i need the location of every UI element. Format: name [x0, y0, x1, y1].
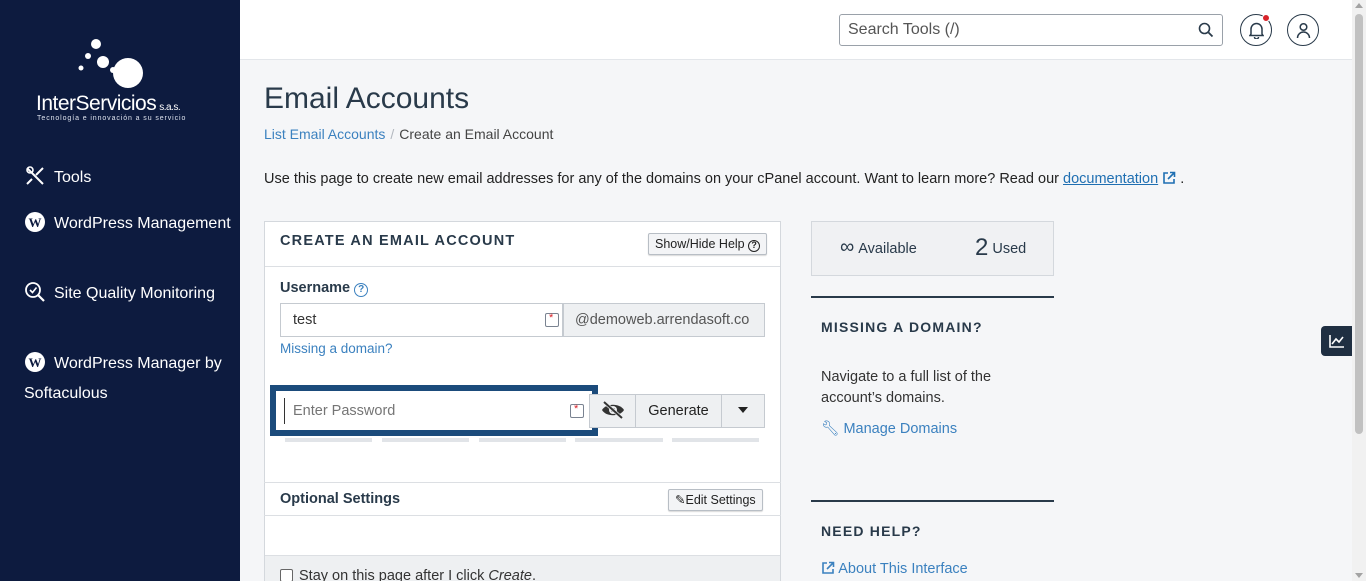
sidebar-item-wordpress-management[interactable]: W WordPress Management: [24, 209, 234, 239]
intro-text: Use this page to create new email addres…: [264, 171, 1185, 187]
wordpress-icon: W: [25, 352, 45, 372]
domain-suffix[interactable]: @demoweb.arrendasoft.co: [563, 303, 765, 337]
sidebar-item-label: Tools: [54, 169, 92, 186]
divider: [811, 296, 1054, 298]
stat-available: ∞ Available: [840, 236, 917, 258]
help-icon[interactable]: ?: [354, 283, 369, 297]
account-stats: ∞ Available 2 Used: [811, 221, 1054, 276]
password-input[interactable]: [284, 398, 584, 424]
caret-down-icon: [738, 407, 748, 413]
bell-icon: [1249, 22, 1264, 39]
panel-title: CREATE AN EMAIL ACCOUNT: [280, 233, 516, 249]
line-chart-icon: [1329, 335, 1344, 348]
scroll-up-arrow-icon[interactable]: [1355, 3, 1363, 8]
notifications-button[interactable]: [1240, 14, 1272, 46]
page-title: Email Accounts: [264, 82, 470, 115]
username-input[interactable]: test: [280, 303, 563, 337]
panel-header: CREATE AN EMAIL ACCOUNT Show/Hide Help ?: [265, 222, 780, 267]
breadcrumb-current: Create an Email Account: [399, 126, 554, 142]
need-help-title: NEED HELP?: [821, 523, 922, 539]
search-input[interactable]: [848, 15, 1188, 45]
stay-on-page-checkbox[interactable]: [280, 569, 293, 581]
missing-domain-text: Navigate to a full list of the account’s…: [821, 369, 992, 406]
search-icon[interactable]: [1198, 22, 1214, 38]
scrollbar-thumb[interactable]: [1355, 14, 1363, 434]
sidebar-item-label: WordPress Management: [54, 215, 231, 232]
show-hide-help-button[interactable]: Show/Hide Help ?: [648, 233, 768, 255]
pencil-icon: ✎: [675, 493, 686, 507]
about-interface-link[interactable]: About This Interface: [821, 561, 968, 577]
optional-settings-header: Optional Settings ✎Edit Settings: [264, 482, 781, 516]
edit-settings-button[interactable]: ✎Edit Settings: [668, 489, 763, 511]
divider: [811, 500, 1054, 502]
sidebar-item-site-quality-monitoring[interactable]: Site Quality Monitoring: [24, 279, 234, 309]
missing-domain-title: MISSING A DOMAIN?: [821, 319, 983, 335]
site-quality-icon: [25, 282, 45, 302]
breadcrumb-list-email-accounts[interactable]: List Email Accounts: [264, 126, 385, 142]
external-link-icon: [822, 561, 835, 574]
stats-toggle-button[interactable]: [1321, 326, 1352, 356]
question-circle-icon: ?: [748, 240, 761, 252]
autofill-icon[interactable]: [570, 403, 584, 418]
username-label: Username?: [280, 280, 369, 297]
svg-text:W: W: [29, 355, 42, 370]
sidebar-item-label: Site Quality Monitoring: [54, 285, 215, 302]
brand-logo[interactable]: InterServicios s.a.s. Tecnología e innova…: [30, 36, 210, 128]
user-icon: [1296, 22, 1311, 39]
top-bar: [240, 0, 1352, 60]
external-link-icon: [1163, 171, 1176, 184]
password-strength-bar: [382, 438, 469, 442]
stat-used: 2 Used: [975, 234, 1027, 261]
brand-tagline: Tecnología e innovación a su servicio: [37, 115, 187, 122]
vertical-scrollbar[interactable]: [1352, 0, 1366, 581]
sidebar-item-label: WordPress Manager by Softaculous: [24, 355, 222, 402]
eye-slash-icon: [601, 400, 624, 420]
password-strength-bar: [575, 438, 663, 442]
toggle-password-visibility-button[interactable]: [589, 394, 636, 428]
tools-icon: [26, 166, 44, 185]
password-strength-bar: [672, 438, 759, 442]
missing-domain-link[interactable]: Missing a domain?: [280, 341, 393, 356]
optional-settings-label: Optional Settings: [280, 491, 401, 507]
user-menu-button[interactable]: [1287, 14, 1319, 46]
logo-bubbles-icon: [78, 39, 143, 88]
brand-name: InterServicios s.a.s.: [36, 92, 181, 115]
breadcrumb-separator: /: [390, 126, 395, 142]
wrench-icon: 🔧︎: [821, 421, 840, 437]
manage-domains-link[interactable]: 🔧︎ Manage Domains: [821, 420, 957, 437]
password-strength-bar: [479, 438, 566, 442]
search-box: [839, 14, 1223, 46]
password-strength-bar: [285, 438, 372, 442]
sidebar-item-tools[interactable]: Tools: [24, 163, 234, 193]
scroll-down-arrow-icon[interactable]: [1355, 573, 1363, 578]
documentation-link[interactable]: documentation: [1063, 171, 1158, 187]
breadcrumb: List Email Accounts / Create an Email Acco…: [264, 126, 553, 142]
stay-on-page-row: Stay on this page after I click Create.: [265, 555, 780, 581]
svg-text:W: W: [29, 215, 42, 230]
generate-options-dropdown[interactable]: [721, 394, 765, 428]
sidebar: InterServicios s.a.s. Tecnología e innova…: [0, 0, 240, 581]
notification-badge: [1262, 14, 1270, 22]
sidebar-item-wordpress-manager-softaculous[interactable]: W WordPress Manager by Softaculous: [24, 349, 234, 409]
wordpress-icon: W: [25, 212, 45, 232]
generate-button[interactable]: Generate: [635, 394, 722, 428]
autofill-icon[interactable]: [545, 312, 559, 327]
